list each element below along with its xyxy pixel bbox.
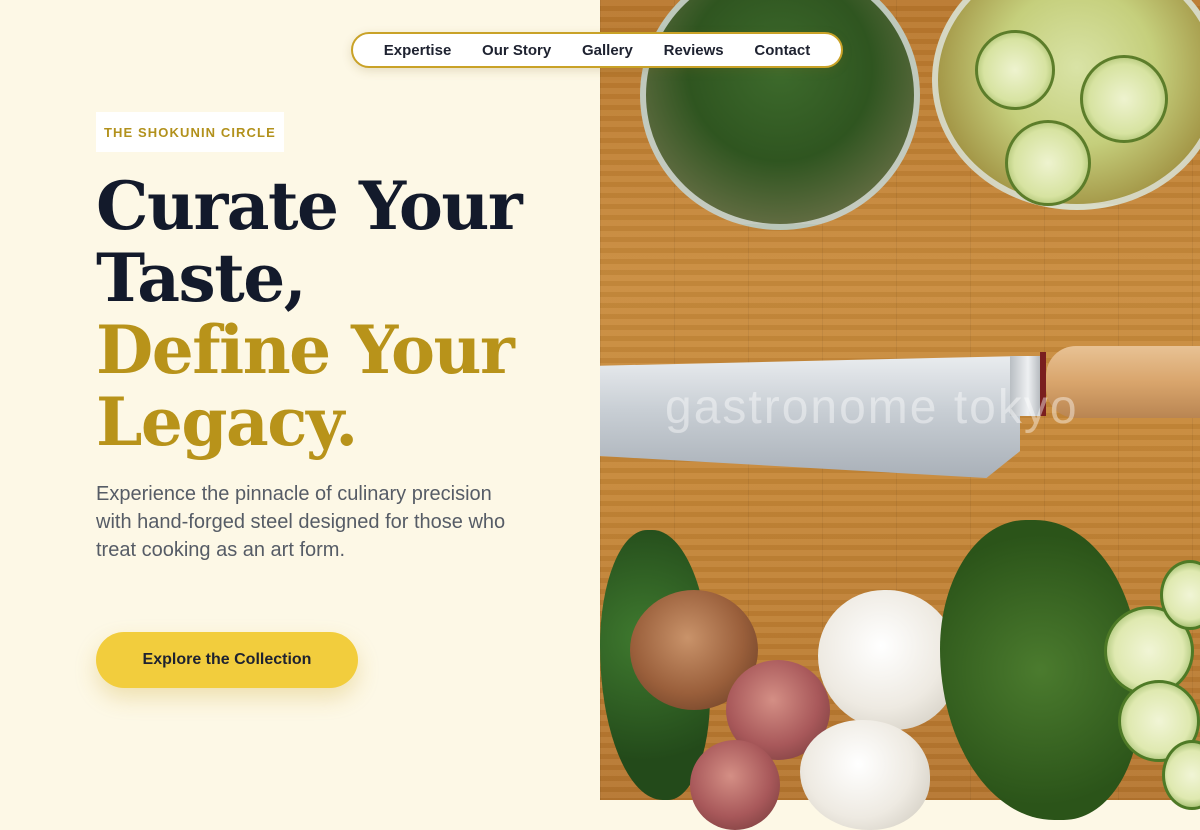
eyebrow-badge: THE SHOKUNIN CIRCLE [96,112,284,152]
hero-description: Experience the pinnacle of culinary prec… [96,483,506,561]
headline-line-4: Legacy. [96,383,358,461]
headline-line-1: Curate Your [96,167,523,245]
nav-link-contact[interactable]: Contact [754,42,810,59]
headline-line-2: Taste, [96,239,307,317]
nav-link-reviews[interactable]: Reviews [664,42,724,59]
cucumber-slice-image [975,30,1055,110]
main-nav: Expertise Our Story Gallery Reviews Cont… [351,32,843,68]
cucumber-slice-image [1080,55,1168,143]
hero-left-panel: THE SHOKUNIN CIRCLE Curate Your Taste, D… [0,0,600,800]
nav-link-gallery[interactable]: Gallery [582,42,633,59]
cucumber-slice-image [1005,120,1091,206]
explore-collection-button[interactable]: Explore the Collection [96,632,358,688]
photo-watermark: gastronome tokyo [665,381,1079,434]
nav-link-expertise[interactable]: Expertise [384,42,452,59]
headline-line-3: Define Your [96,311,515,389]
nav-link-our-story[interactable]: Our Story [482,42,551,59]
garlic-bulb-image [800,720,930,830]
hero-headline: Curate Your Taste, Define Your Legacy. [96,170,576,458]
shallot-image [690,740,780,830]
